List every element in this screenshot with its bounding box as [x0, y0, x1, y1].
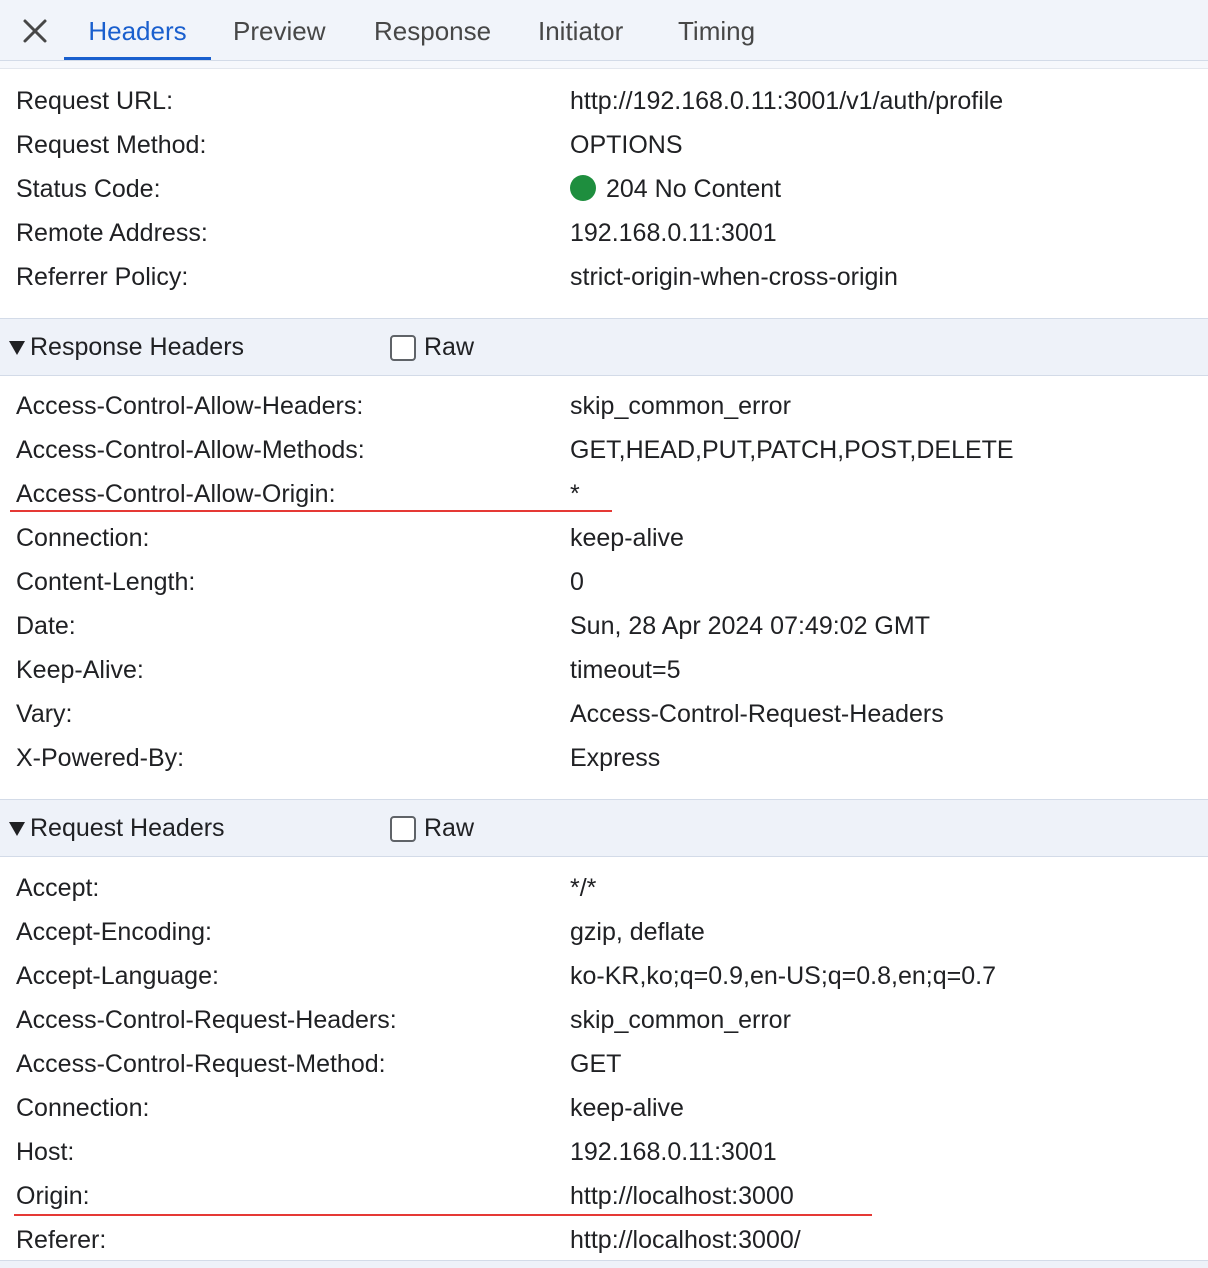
header-key: Remote Address: — [16, 219, 208, 247]
highlight-underline-allow-origin — [10, 510, 612, 512]
response-header-row: Vary: Access-Control-Request-Headers — [0, 690, 1208, 734]
header-key: Request Method: — [16, 131, 207, 159]
header-value: http://localhost:3000/ — [570, 1226, 801, 1254]
request-header-row: Accept: */* — [0, 864, 1208, 908]
general-row-status-code: Status Code: 204 No Content — [0, 165, 1208, 209]
header-key: Origin: — [16, 1182, 90, 1210]
header-value: http://localhost:3000 — [570, 1182, 794, 1210]
devtools-tab-bar: Headers Preview Response Initiator Timin… — [0, 0, 1208, 61]
response-header-row: Connection: keep-alive — [0, 514, 1208, 558]
header-key: Accept: — [16, 874, 100, 902]
tab-response[interactable]: Response — [374, 0, 491, 60]
tab-preview[interactable]: Preview — [233, 0, 325, 60]
header-key: Access-Control-Request-Headers: — [16, 1006, 397, 1034]
header-value: 192.168.0.11:3001 — [570, 1138, 777, 1166]
header-value: timeout=5 — [570, 656, 681, 684]
header-key: Accept-Language: — [16, 962, 219, 990]
close-icon[interactable] — [18, 14, 52, 48]
header-value: GET,HEAD,PUT,PATCH,POST,DELETE — [570, 436, 1014, 464]
header-value: 0 — [570, 568, 584, 596]
general-row-remote-address: Remote Address: 192.168.0.11:3001 — [0, 209, 1208, 253]
raw-checkbox[interactable] — [390, 335, 416, 361]
response-header-row: Date: Sun, 28 Apr 2024 07:49:02 GMT — [0, 602, 1208, 646]
response-header-row: Access-Control-Allow-Headers: skip_commo… — [0, 382, 1208, 426]
header-key: Access-Control-Request-Method: — [16, 1050, 386, 1078]
general-row-request-method: Request Method: OPTIONS — [0, 121, 1208, 165]
header-key: Access-Control-Allow-Headers: — [16, 392, 364, 420]
header-key: Keep-Alive: — [16, 656, 144, 684]
header-value: GET — [570, 1050, 622, 1078]
status-value: 204 No Content — [570, 175, 781, 204]
tab-timing[interactable]: Timing — [678, 0, 755, 60]
expand-triangle-icon[interactable] — [9, 822, 25, 836]
general-row-referrer-policy: Referrer Policy: strict-origin-when-cros… — [0, 253, 1208, 297]
tab-initiator[interactable]: Initiator — [538, 0, 623, 60]
header-value: 192.168.0.11:3001 — [570, 219, 777, 247]
header-key: Access-Control-Allow-Methods: — [16, 436, 365, 464]
raw-label[interactable]: Raw — [424, 814, 474, 843]
header-value: */* — [570, 874, 597, 902]
header-key: Request URL: — [16, 87, 174, 115]
request-header-row: Accept-Language: ko-KR,ko;q=0.9,en-US;q=… — [0, 952, 1208, 996]
status-dot-icon — [570, 175, 596, 201]
request-header-row: Origin: http://localhost:3000 — [0, 1172, 1208, 1216]
header-value: OPTIONS — [570, 131, 683, 159]
header-key: Access-Control-Allow-Origin: — [16, 480, 336, 508]
section-title: Request Headers — [30, 814, 225, 842]
request-header-row: Host: 192.168.0.11:3001 — [0, 1128, 1208, 1172]
header-key: Referrer Policy: — [16, 263, 189, 291]
general-row-request-url: Request URL: http://192.168.0.11:3001/v1… — [0, 77, 1208, 121]
request-header-row: Access-Control-Request-Headers: skip_com… — [0, 996, 1208, 1040]
response-header-row: Access-Control-Allow-Methods: GET,HEAD,P… — [0, 426, 1208, 470]
header-value: ko-KR,ko;q=0.9,en-US;q=0.8,en;q=0.7 — [570, 962, 996, 990]
request-header-row: Access-Control-Request-Method: GET — [0, 1040, 1208, 1084]
header-value: strict-origin-when-cross-origin — [570, 263, 898, 291]
header-key: X-Powered-By: — [16, 744, 185, 772]
header-key: Host: — [16, 1138, 75, 1166]
header-value: * — [570, 480, 580, 508]
response-header-row: Keep-Alive: timeout=5 — [0, 646, 1208, 690]
request-header-row: Referer: http://localhost:3000/ — [0, 1216, 1208, 1260]
raw-checkbox[interactable] — [390, 816, 416, 842]
request-headers-section-header[interactable]: Request Headers Raw — [0, 799, 1208, 857]
response-header-row: X-Powered-By: Express — [0, 734, 1208, 778]
header-value: http://192.168.0.11:3001/v1/auth/profile — [570, 87, 1004, 115]
status-text: 204 No Content — [606, 175, 782, 203]
header-key: Accept-Encoding: — [16, 918, 212, 946]
header-value: skip_common_error — [570, 1006, 791, 1034]
header-key: Referer: — [16, 1226, 107, 1254]
header-value: keep-alive — [570, 524, 684, 552]
header-key: Vary: — [16, 700, 73, 728]
response-header-row: Access-Control-Allow-Origin: * — [0, 470, 1208, 514]
header-value: gzip, deflate — [570, 918, 705, 946]
header-key: Status Code: — [16, 175, 161, 203]
header-value: Express — [570, 744, 661, 772]
response-header-row: Content-Length: 0 — [0, 558, 1208, 602]
header-key: Date: — [16, 612, 76, 640]
header-key: Content-Length: — [16, 568, 196, 596]
section-title: Response Headers — [30, 333, 245, 361]
request-header-row: Connection: keep-alive — [0, 1084, 1208, 1128]
header-value: keep-alive — [570, 1094, 684, 1122]
expand-triangle-icon[interactable] — [9, 341, 25, 355]
request-header-row: Accept-Encoding: gzip, deflate — [0, 908, 1208, 952]
header-value: Sun, 28 Apr 2024 07:49:02 GMT — [570, 612, 930, 640]
response-headers-section-header[interactable]: Response Headers Raw — [0, 318, 1208, 376]
general-section-header — [0, 61, 1208, 69]
header-key: Connection: — [16, 1094, 150, 1122]
bottom-divider — [0, 1260, 1208, 1268]
tab-headers[interactable]: Headers — [64, 0, 211, 60]
header-key: Connection: — [16, 524, 150, 552]
header-value: Access-Control-Request-Headers — [570, 700, 944, 728]
header-value: skip_common_error — [570, 392, 791, 420]
raw-label[interactable]: Raw — [424, 333, 474, 362]
